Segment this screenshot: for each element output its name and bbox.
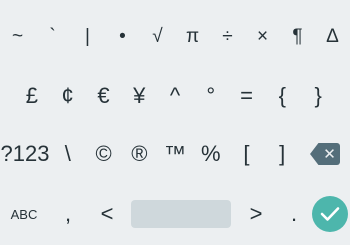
key-backtick[interactable]: ` xyxy=(35,14,70,58)
keyboard-row-1: ~ ` | • √ π ÷ × ¶ Δ xyxy=(0,12,350,60)
key-greater-than[interactable]: > xyxy=(236,192,276,236)
key-less-than[interactable]: < xyxy=(88,192,126,236)
enter-key[interactable] xyxy=(312,192,350,236)
key-pilcrow[interactable]: ¶ xyxy=(280,14,315,58)
key-period[interactable]: . xyxy=(276,192,312,236)
key-pound[interactable]: £ xyxy=(14,74,50,118)
backspace-key[interactable]: ✕ xyxy=(300,132,350,176)
key-sqrt[interactable]: √ xyxy=(140,14,175,58)
check-icon xyxy=(312,196,348,232)
key-left-bracket[interactable]: [ xyxy=(229,132,265,176)
keyboard-row-2: £ ¢ € ¥ ^ ° = { } xyxy=(0,72,350,120)
key-pi[interactable]: π xyxy=(175,14,210,58)
key-caret[interactable]: ^ xyxy=(157,74,193,118)
key-pipe[interactable]: | xyxy=(70,14,105,58)
key-degree[interactable]: ° xyxy=(193,74,229,118)
key-copyright[interactable]: © xyxy=(86,132,122,176)
symbol-keyboard: ~ ` | • √ π ÷ × ¶ Δ £ ¢ € ¥ ^ ° = { } ?1… xyxy=(0,0,350,245)
key-bullet[interactable]: • xyxy=(105,14,140,58)
key-registered[interactable]: ® xyxy=(121,132,157,176)
key-euro[interactable]: € xyxy=(86,74,122,118)
key-delta[interactable]: Δ xyxy=(315,14,350,58)
spacebar-key[interactable] xyxy=(126,192,236,236)
key-right-brace[interactable]: } xyxy=(300,74,336,118)
key-mode-numbers[interactable]: ?123 xyxy=(0,132,50,176)
spacebar xyxy=(131,200,231,228)
key-cent[interactable]: ¢ xyxy=(50,74,86,118)
keyboard-row-3: ?123 \ © ® ™ % [ ] ✕ xyxy=(0,130,350,178)
key-multiply[interactable]: × xyxy=(245,14,280,58)
key-left-brace[interactable]: { xyxy=(264,74,300,118)
backspace-icon: ✕ xyxy=(310,143,341,165)
key-equals[interactable]: = xyxy=(229,74,265,118)
key-tilde[interactable]: ~ xyxy=(0,14,35,58)
key-comma[interactable]: , xyxy=(48,192,88,236)
key-mode-letters[interactable]: ABC xyxy=(0,192,48,236)
key-divide[interactable]: ÷ xyxy=(210,14,245,58)
key-yen[interactable]: ¥ xyxy=(121,74,157,118)
key-percent[interactable]: % xyxy=(193,132,229,176)
key-trademark[interactable]: ™ xyxy=(157,132,193,176)
keyboard-row-4: ABC , < > . xyxy=(0,190,350,238)
key-backslash[interactable]: \ xyxy=(50,132,86,176)
key-right-bracket[interactable]: ] xyxy=(264,132,300,176)
